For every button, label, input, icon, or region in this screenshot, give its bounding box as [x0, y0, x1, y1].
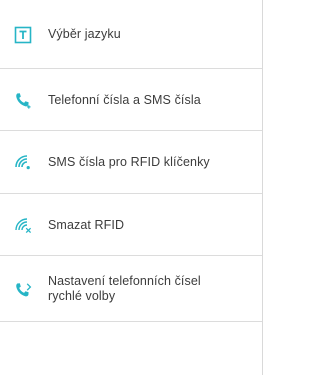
menu-item-language[interactable]: Výběr jazyku	[0, 0, 262, 69]
menu-item-label: Smazat RFID	[48, 218, 125, 232]
menu-item-phone-numbers[interactable]: Telefonní čísla a SMS čísla	[0, 69, 262, 131]
rfid-signal-icon	[14, 153, 32, 171]
menu-item-label: Nastavení telefonních čísel rychlé volby	[48, 274, 201, 303]
menu-item-speed-dial[interactable]: Nastavení telefonních čísel rychlé volby	[0, 256, 262, 322]
menu-item-label: Výběr jazyku	[48, 27, 121, 41]
settings-menu-screen: Výběr jazyku Telefonní čísla a SMS čísla…	[0, 0, 263, 375]
menu-item-label: SMS čísla pro RFID klíčenky	[48, 155, 210, 169]
rfid-delete-icon	[14, 216, 32, 234]
menu-item-label: Telefonní čísla a SMS čísla	[48, 93, 201, 107]
text-t-icon	[14, 26, 32, 44]
phone-add-icon	[14, 91, 32, 109]
menu-item-sms-rfid[interactable]: SMS čísla pro RFID klíčenky	[0, 131, 262, 194]
menu-item-delete-rfid[interactable]: Smazat RFID	[0, 194, 262, 256]
phone-speed-dial-icon	[14, 281, 32, 299]
